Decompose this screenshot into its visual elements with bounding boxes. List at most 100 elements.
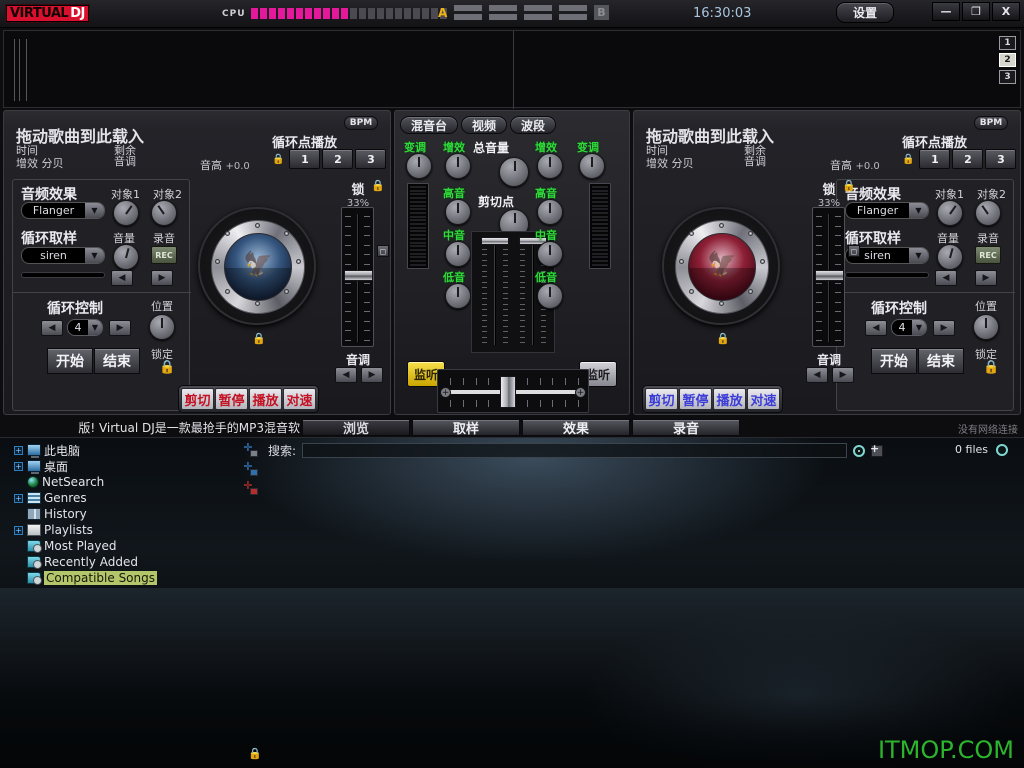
deck-right-sampler-next[interactable]: ▶	[975, 270, 997, 286]
mixer-left-high-knob[interactable]	[445, 199, 471, 225]
tree-item-genres[interactable]: + Genres	[4, 490, 262, 506]
deck-left-pitch-lock-icon[interactable]: 🔒	[371, 179, 385, 192]
deck-right-cue-button[interactable]: 剪切	[645, 388, 678, 410]
deck-left-sampler-progress[interactable]	[21, 272, 105, 278]
mixer-right-low-knob[interactable]	[537, 283, 563, 309]
deck-right-cue-3[interactable]: 3	[985, 149, 1017, 169]
deck-right-pitch-lock-icon[interactable]: 🔒	[842, 179, 856, 192]
deck-left-pitch-fader-handle[interactable]	[344, 270, 373, 281]
deck-right-cue-lock-icon[interactable]: 🔒	[902, 154, 914, 165]
search-input[interactable]	[302, 443, 848, 458]
mixer-tab-video[interactable]: 视频	[461, 116, 508, 134]
crossfader-handle[interactable]	[500, 376, 516, 408]
add-folder-icon[interactable]: ✛	[243, 442, 258, 457]
tree-item-此电脑[interactable]: + 此电脑	[4, 442, 262, 458]
deck-right-key-down[interactable]: ◀	[806, 367, 828, 383]
deck-left-fx-knob-2[interactable]	[151, 200, 177, 226]
deck-right-play-button[interactable]: 播放	[713, 388, 746, 410]
deck-right-sync-button[interactable]: 对速	[747, 388, 780, 410]
mixer-right-gain-knob[interactable]	[537, 153, 563, 179]
deck-right-sampler-volume-knob[interactable]	[937, 244, 963, 270]
settings-button[interactable]: 设置	[836, 2, 894, 23]
deck-right-key-up[interactable]: ▶	[832, 367, 854, 383]
mixer-left-low-knob[interactable]	[445, 283, 471, 309]
deck-left-fx-select[interactable]: Flanger ▼	[21, 202, 105, 219]
deck-left-sampler-select[interactable]: siren ▼	[21, 247, 105, 264]
tree-item-playlists[interactable]: + Playlists	[4, 522, 262, 538]
mixer-left-fader-handle[interactable]	[481, 237, 509, 245]
deck-left-cue-1[interactable]: 1	[289, 149, 321, 169]
waveform-zoom-3[interactable]: 3	[999, 70, 1016, 84]
expand-icon[interactable]: +	[14, 461, 23, 471]
deck-left-pitch-reset[interactable]: ◻	[377, 245, 389, 257]
deck-left-loop-length[interactable]: 4 ▼	[67, 319, 103, 336]
crossfader-left-end[interactable]: +	[440, 387, 451, 398]
mixer-right-high-knob[interactable]	[537, 199, 563, 225]
deck-right-fx-knob-2[interactable]	[975, 200, 1001, 226]
deck-right-pitch-reset[interactable]: ◻	[848, 245, 860, 257]
add-playlist-icon[interactable]: ✛	[243, 480, 258, 495]
deck-right-pitch-fader-handle[interactable]	[815, 270, 844, 281]
mixer-left-key-knob[interactable]	[406, 153, 432, 179]
deck-left-jog-lock-icon[interactable]: 🔒	[252, 332, 266, 345]
deck-right-loop-length[interactable]: 4 ▼	[891, 319, 927, 336]
deck-right-cue-1[interactable]: 1	[919, 149, 951, 169]
deck-right-jogwheel[interactable]: 🦅	[662, 207, 780, 325]
deck-left-key-down[interactable]: ◀	[335, 367, 357, 383]
expand-icon[interactable]: +	[14, 493, 23, 503]
tree-item-history[interactable]: History	[4, 506, 262, 522]
deck-left-pause-button[interactable]: 暂停	[215, 388, 248, 410]
waveform-display[interactable]: 1 2 3	[3, 30, 1021, 109]
deck-right-pitch-fader-track[interactable]	[812, 207, 845, 347]
deck-right-loop-start[interactable]: 开始	[871, 348, 917, 374]
deck-left-cue-lock-icon[interactable]: 🔒	[272, 154, 284, 165]
close-button[interactable]: X	[992, 2, 1020, 21]
deck-left-loop-double[interactable]: ▶	[109, 320, 131, 336]
tab-browse[interactable]: 浏览	[302, 419, 410, 437]
mixer-left-mid-knob[interactable]	[445, 241, 471, 267]
waveform-zoom-1[interactable]: 1	[999, 36, 1016, 50]
deck-left-fx-knob-1[interactable]	[113, 200, 139, 226]
deck-left-loop-halve[interactable]: ◀	[41, 320, 63, 336]
tree-item-netsearch[interactable]: NetSearch	[4, 474, 262, 490]
deck-left-pitch-fader-track[interactable]	[341, 207, 374, 347]
deck-right-loop-halve[interactable]: ◀	[865, 320, 887, 336]
mixer-right-key-knob[interactable]	[579, 153, 605, 179]
add-netsearch-icon[interactable]: ✛	[243, 461, 258, 476]
deck-left-key-up[interactable]: ▶	[361, 367, 383, 383]
deck-left-sampler-volume-knob[interactable]	[113, 244, 139, 270]
lock-icon[interactable]: 🔒	[983, 360, 999, 375]
deck-left-loop-position-knob[interactable]	[149, 314, 175, 340]
browser-lock-icon[interactable]: 🔒	[248, 747, 262, 760]
deck-left-jogwheel[interactable]: 🦅	[198, 207, 316, 325]
folder-tree[interactable]: + 此电脑 + 桌面 NetSearch + Genres History + Playlists…	[4, 442, 262, 742]
lock-icon[interactable]: 🔒	[159, 360, 175, 375]
deck-left-sync-button[interactable]: 对速	[283, 388, 316, 410]
mixer-tab-bands[interactable]: 波段	[510, 116, 557, 134]
tab-record[interactable]: 录音	[632, 419, 740, 437]
tree-item-桌面[interactable]: + 桌面	[4, 458, 262, 474]
waveform-zoom-2[interactable]: 2	[999, 53, 1016, 67]
crossfader-right-end[interactable]: +	[575, 387, 586, 398]
deck-right-fx-knob-1[interactable]	[937, 200, 963, 226]
deck-right-loop-end[interactable]: 结束	[918, 348, 964, 374]
minimize-button[interactable]: —	[932, 2, 960, 21]
deck-left-play-button[interactable]: 播放	[249, 388, 282, 410]
tab-effects[interactable]: 效果	[522, 419, 630, 437]
crossfader[interactable]: + +	[437, 369, 589, 413]
deck-right-jog-lock-icon[interactable]: 🔒	[716, 332, 730, 345]
maximize-button[interactable]: ❐	[962, 2, 990, 21]
deck-left-cue-button[interactable]: 剪切	[181, 388, 214, 410]
deck-right-record-button[interactable]: REC	[975, 246, 1001, 264]
mixer-right-mid-knob[interactable]	[537, 241, 563, 267]
file-count-icon[interactable]	[996, 444, 1008, 456]
deck-right-sampler-prev[interactable]: ◀	[935, 270, 957, 286]
tree-item-recently-added[interactable]: Recently Added	[4, 554, 262, 570]
deck-right-cue-2[interactable]: 2	[952, 149, 984, 169]
deck-left-sampler-next[interactable]: ▶	[151, 270, 173, 286]
deck-left-sampler-prev[interactable]: ◀	[111, 270, 133, 286]
deck-left-record-button[interactable]: REC	[151, 246, 177, 264]
deck-right-loop-position-knob[interactable]	[973, 314, 999, 340]
deck-left-cue-3[interactable]: 3	[355, 149, 387, 169]
search-target-icon[interactable]	[853, 444, 866, 457]
